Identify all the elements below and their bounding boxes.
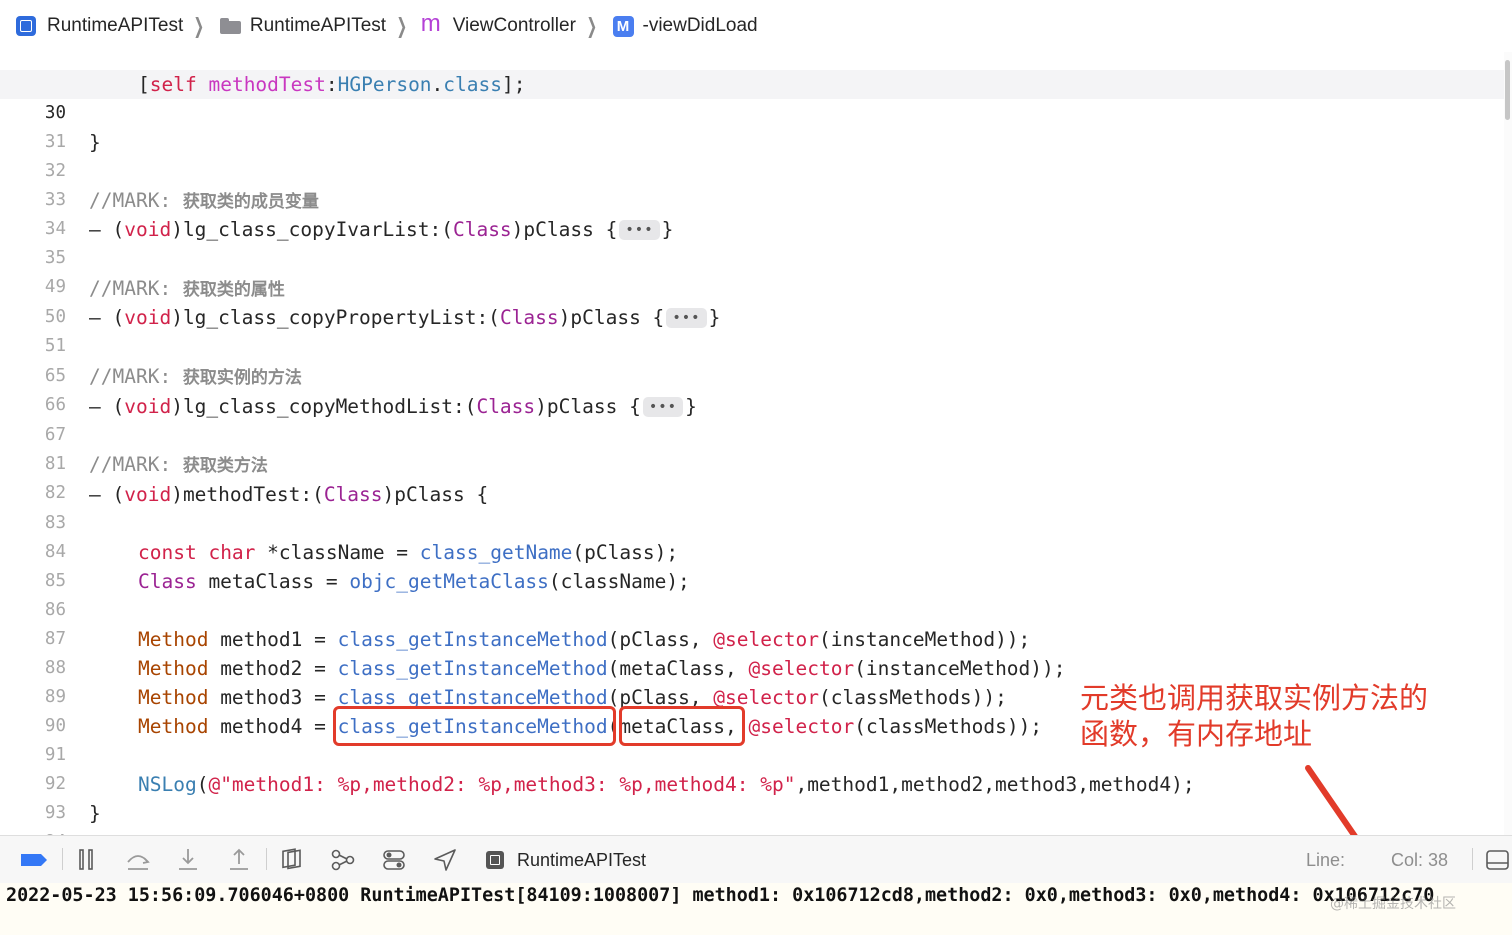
breadcrumb-group[interactable]: RuntimeAPITest <box>216 0 386 52</box>
code-text: Method method1 = class_getInstanceMethod… <box>138 628 1031 651</box>
code-text: Method method4 = class_getInstanceMethod… <box>138 715 1043 738</box>
breadcrumb-symbol[interactable]: M -viewDidLoad <box>609 0 758 52</box>
app-project-icon <box>16 16 36 36</box>
pause-button[interactable] <box>73 846 101 874</box>
simulate-location-button[interactable] <box>431 846 459 874</box>
breadcrumb-file-label: ViewController <box>452 15 576 36</box>
step-over-button[interactable] <box>124 846 152 874</box>
step-over-icon <box>127 855 150 870</box>
hide-debug-area-button[interactable] <box>1484 846 1510 874</box>
mark-comment: //MARK: 获取类的成员变量 <box>89 189 319 212</box>
code-line: 83 – (void)methodTest:(Class)pClass { <box>0 480 1504 533</box>
code-text: – (void)lg_class_copyIvarList:(Class)pCl… <box>89 218 674 241</box>
code-line: 51 – (void)lg_class_copyPropertyList:(Cl… <box>0 303 1504 356</box>
code-line: 85 const char *className = class_getName… <box>0 538 1504 591</box>
annotation-line-2: 函数，有内存地址 <box>1080 717 1313 751</box>
code-text: – (void)lg_class_copyPropertyList:(Class… <box>89 306 721 329</box>
debug-target[interactable]: RuntimeAPITest <box>486 836 646 884</box>
breadcrumb-project[interactable]: RuntimeAPITest <box>0 0 183 52</box>
console-output-line: 2022-05-23 15:56:09.706046+0800 RuntimeA… <box>6 885 1435 906</box>
chevron-right-icon: ❯ <box>396 14 408 38</box>
chevron-right-icon: ❯ <box>193 14 205 38</box>
debug-target-label: RuntimeAPITest <box>517 849 647 870</box>
code-line: 32 } <box>0 128 1504 181</box>
code-text: } <box>89 802 101 825</box>
code-line: 31 <box>0 99 1504 152</box>
code-text: [self methodTest:HGPerson.class]; <box>138 73 526 96</box>
code-line: 81 <box>0 421 1504 474</box>
environment-overrides-icon <box>383 850 405 870</box>
mark-comment: //MARK: 获取类的属性 <box>89 277 285 300</box>
code-line: 49 <box>0 244 1504 297</box>
jump-bar: RuntimeAPITest ❯ RuntimeAPITest ❯ m View… <box>0 0 1512 53</box>
code-text: Method method2 = class_getInstanceMethod… <box>138 657 1066 680</box>
code-line: 87 <box>0 596 1504 649</box>
mark-comment: //MARK: 获取实例的方法 <box>89 365 302 388</box>
code-line-current: 30 [self methodTest:HGPerson.class]; <box>0 70 1504 123</box>
code-line: 86 Class metaClass = objc_getMetaClass(c… <box>0 567 1504 620</box>
column-indicator: Col: 38 <box>1391 850 1449 870</box>
code-line: 94 } <box>0 799 1504 835</box>
memory-graph-icon <box>331 849 355 871</box>
line-indicator: Line: <box>1306 850 1346 870</box>
code-line: 88 Method method1 = class_getInstanceMet… <box>0 625 1504 678</box>
annotation-line-1: 元类也调用获取实例方法的 <box>1080 681 1429 715</box>
step-into-icon <box>179 849 197 870</box>
code-line: 89 Method method2 = class_getInstanceMet… <box>0 654 1504 707</box>
method-symbol-icon: M <box>612 15 634 37</box>
view-hierarchy-button[interactable] <box>279 846 307 874</box>
chevron-right-icon: ❯ <box>586 14 597 38</box>
code-line: 84 <box>0 509 1504 562</box>
step-into-button[interactable] <box>174 846 202 874</box>
step-out-icon <box>230 848 248 870</box>
breadcrumb-group-label: RuntimeAPITest <box>249 15 387 36</box>
debug-bar: RuntimeAPITest Line: Col: 38 <box>0 835 1512 885</box>
editor-scroll-thumb[interactable] <box>1505 60 1510 120</box>
code-line: 35 – (void)lg_class_copyIvarList:(Class)… <box>0 215 1504 268</box>
debug-area-toggle-icon <box>1486 850 1509 870</box>
breadcrumb-file[interactable]: m ViewController <box>419 0 576 52</box>
toolbar-divider <box>62 848 63 870</box>
editor-scrollbar[interactable] <box>1504 52 1512 835</box>
view-hierarchy-icon <box>282 848 301 870</box>
location-arrow-icon <box>434 849 456 871</box>
code-fold-button[interactable]: ••• <box>666 308 707 328</box>
code-text: NSLog(@"method1: %p,method2: %p,method3:… <box>138 773 1195 796</box>
code-text: – (void)methodTest:(Class)pClass { <box>89 483 489 506</box>
breadcrumb-symbol-label: -viewDidLoad <box>642 15 758 36</box>
mark-comment: //MARK: 获取类方法 <box>89 453 268 476</box>
breakpoints-toggle-button[interactable] <box>20 846 48 874</box>
code-line: 93 NSLog(@"method1: %p,method2: %p,metho… <box>0 770 1504 823</box>
code-line: 65 <box>0 333 1504 386</box>
step-out-button[interactable] <box>225 846 253 874</box>
memory-graph-button[interactable] <box>329 846 357 874</box>
breadcrumb-project-label: RuntimeAPITest <box>47 15 184 36</box>
code-line: 82 //MARK: 获取类方法 <box>0 450 1504 503</box>
code-text: Class metaClass = objc_getMetaClass(clas… <box>138 570 690 593</box>
code-line: 66 //MARK: 获取实例的方法 <box>0 362 1504 415</box>
code-line: 34 //MARK: 获取类的成员变量 <box>0 186 1504 239</box>
annotation-note: 元类也调用获取实例方法的 函数，有内存地址 <box>1080 680 1480 752</box>
code-fold-button[interactable]: ••• <box>619 220 660 240</box>
toolbar-divider <box>266 848 267 870</box>
code-text: const char *className = class_getName(pC… <box>138 541 679 564</box>
folder-icon <box>219 18 241 34</box>
code-text: Method method3 = class_getInstanceMethod… <box>138 686 1007 709</box>
code-line: 33 <box>0 157 1504 210</box>
code-line: 50 //MARK: 获取类的属性 <box>0 274 1504 327</box>
console-area[interactable]: 2022-05-23 15:56:09.706046+0800 RuntimeA… <box>0 883 1512 935</box>
code-line: 67 – (void)lg_class_copyMethodList:(Clas… <box>0 392 1504 445</box>
line-number: 94 <box>0 828 66 835</box>
pause-icon <box>79 849 93 870</box>
environment-overrides-button[interactable] <box>380 846 408 874</box>
toolbar-divider <box>1472 848 1473 870</box>
objc-file-icon: m <box>420 10 441 37</box>
breakpoint-icon <box>21 854 47 866</box>
watermark: @稀土掘金技术社区 <box>1330 896 1456 912</box>
code-text: } <box>89 131 101 154</box>
code-fold-button[interactable]: ••• <box>642 397 684 417</box>
code-line: 29 <box>0 52 1504 92</box>
code-text: – (void)lg_class_copyMethodList:(Class)p… <box>89 395 697 418</box>
app-target-icon <box>486 851 504 869</box>
